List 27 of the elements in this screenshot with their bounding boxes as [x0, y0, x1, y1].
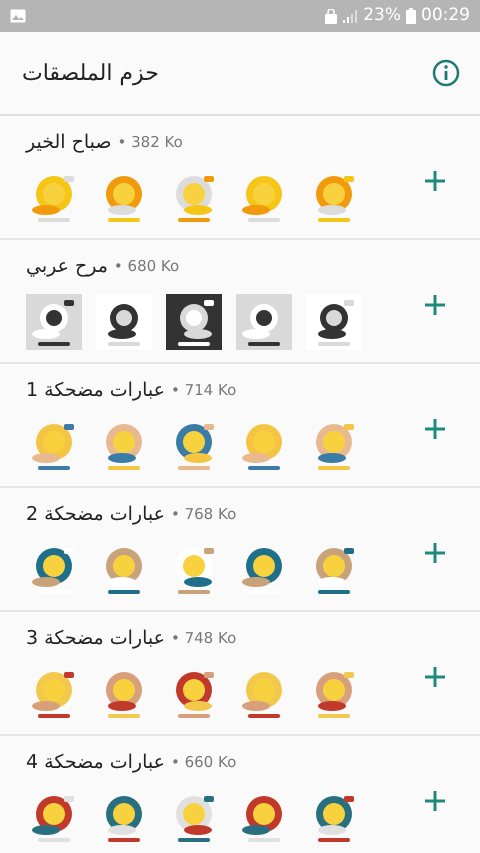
- pack-name: عبارات مضحكة 2: [26, 502, 165, 527]
- pack-name: صباح الخير: [26, 130, 112, 155]
- plus-icon: [424, 790, 446, 812]
- info-button[interactable]: [430, 57, 462, 89]
- battery-icon: [406, 8, 416, 24]
- pack-name: عبارات مضحكة 3: [26, 626, 165, 651]
- pack-size: • 680 Ko: [114, 256, 180, 277]
- pack-name: عبارات مضحكة 1: [26, 378, 165, 403]
- plus-icon: [424, 170, 446, 192]
- pack-size: • 660 Ko: [170, 752, 236, 773]
- pack-size: • 714 Ko: [170, 380, 236, 401]
- signal-icon: [342, 9, 358, 23]
- lock-icon: [325, 8, 338, 24]
- image-icon: [10, 9, 26, 23]
- plus-icon: [424, 294, 446, 316]
- pack-size: • 748 Ko: [170, 628, 236, 649]
- plus-icon: [424, 542, 446, 564]
- pack-size: • 768 Ko: [170, 504, 236, 525]
- plus-icon: [424, 418, 446, 440]
- pack-name: مرح عربي: [26, 254, 108, 279]
- info-icon: [432, 59, 460, 87]
- battery-percent: 23%: [363, 4, 401, 28]
- plus-icon: [424, 666, 446, 688]
- pack-name: عبارات مضحكة 4: [26, 750, 165, 775]
- pack-size: • 382 Ko: [118, 132, 183, 153]
- app-title: حزم الملصقات: [22, 60, 159, 88]
- clock: 00:29: [421, 4, 470, 28]
